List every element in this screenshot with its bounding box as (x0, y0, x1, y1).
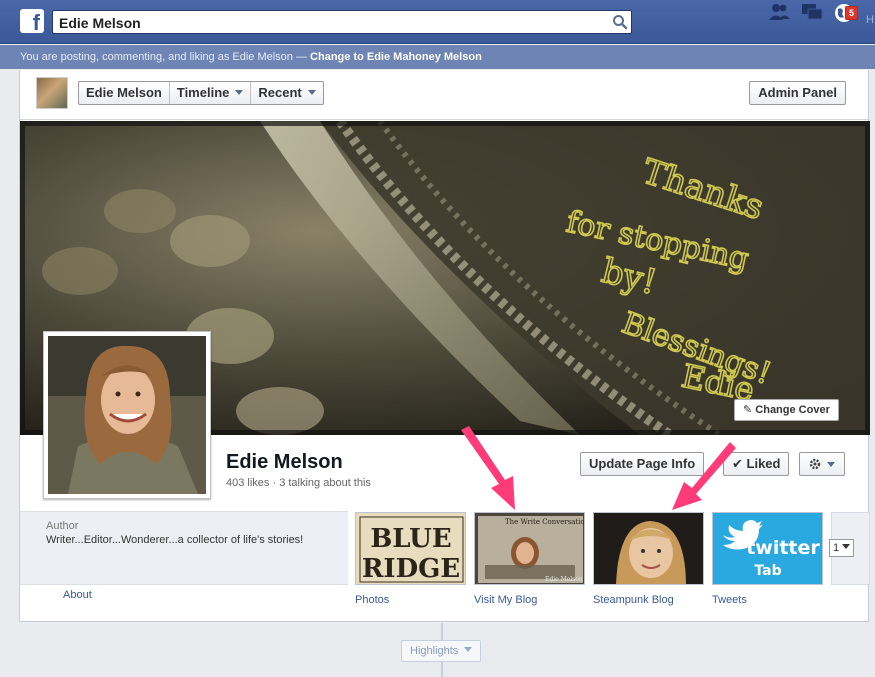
twitter-thumbnail: twitter Tab (713, 513, 822, 584)
blue-ridge-word1: BLUE (370, 524, 451, 554)
page-container: Edie Melson Timeline Recent Admin Panel (19, 70, 870, 622)
apps-more-dropdown[interactable]: 1 (829, 539, 855, 557)
app-label-photos[interactable]: Photos (355, 594, 389, 606)
notification-count-badge: 5 (845, 6, 859, 20)
blog-thumbnail: The Write Conversation Edie Melson (475, 513, 585, 584)
blue-ridge-thumbnail: BLUE RIDGE (356, 513, 465, 584)
top-bar: f 5 H (0, 0, 875, 44)
friend-requests-icon[interactable] (767, 0, 791, 24)
twitter-tile-word: twitter (746, 537, 820, 559)
app-tile-photos[interactable]: BLUE RIDGE (355, 512, 466, 585)
search-icon[interactable] (612, 14, 628, 30)
page-nav-button-group: Edie Melson Timeline Recent (78, 81, 324, 105)
app-tile-visit-my-blog[interactable]: The Write Conversation Edie Melson (474, 512, 585, 585)
nav-recent-button[interactable]: Recent (251, 82, 322, 104)
chevron-down-icon (464, 647, 473, 652)
chevron-down-icon (307, 90, 316, 95)
admin-panel-button[interactable]: Admin Panel (749, 81, 846, 105)
acting-as-text: You are posting, commenting, and liking … (20, 51, 311, 63)
blog-tile-credit: Edie Melson (545, 576, 583, 583)
search-input[interactable] (59, 13, 599, 32)
nav-page-name-button[interactable]: Edie Melson (79, 82, 170, 104)
chevron-down-icon (842, 544, 851, 549)
profile-photo (48, 336, 206, 494)
search-box[interactable] (52, 10, 632, 34)
nav-timeline-button[interactable]: Timeline (170, 82, 252, 104)
page-settings-button[interactable] (799, 452, 845, 476)
chevron-down-icon (235, 90, 244, 95)
pink-arrow-left-annotation (461, 426, 515, 510)
app-label-visit-my-blog[interactable]: Visit My Blog (474, 594, 537, 606)
app-label-tweets[interactable]: Tweets (712, 594, 747, 606)
switch-identity-link[interactable]: Change to Edie Mahoney Melson (310, 51, 482, 63)
app-tile-steampunk-blog[interactable] (593, 512, 704, 585)
change-cover-button[interactable]: ✎ Change Cover (734, 399, 839, 421)
page-title: Edie Melson (226, 451, 343, 473)
facebook-logo-icon[interactable]: f (20, 9, 44, 33)
top-bar-overflow-text[interactable]: H (866, 14, 874, 26)
acting-as-bar: You are posting, commenting, and liking … (0, 45, 875, 69)
messages-icon[interactable] (800, 0, 824, 24)
pencil-icon: ✎ (743, 404, 756, 416)
about-box: Author Writer...Editor...Wonderer...a co… (20, 511, 348, 585)
pink-arrow-right-annotation (672, 442, 736, 510)
steampunk-thumbnail (594, 513, 703, 584)
page-nav-bar: Edie Melson Timeline Recent Admin Panel (20, 70, 870, 120)
page-stats: 403 likes · 3 talking about this (226, 477, 371, 489)
gear-icon (809, 458, 835, 470)
highlights-button[interactable]: Highlights (401, 640, 482, 662)
app-label-steampunk-blog[interactable]: Steampunk Blog (593, 594, 674, 606)
page-category: Author (46, 520, 79, 532)
profile-picture[interactable] (43, 331, 211, 499)
about-link[interactable]: About (63, 589, 92, 601)
page-thumbnail-avatar[interactable] (36, 77, 68, 109)
blue-ridge-word2: RIDGE (362, 554, 460, 584)
app-tile-tweets[interactable]: twitter Tab (712, 512, 823, 585)
twitter-tile-sub: Tab (754, 563, 781, 579)
page-description: Writer...Editor...Wonderer...a collector… (46, 534, 304, 546)
blog-tile-title: The Write Conversation (505, 518, 585, 526)
